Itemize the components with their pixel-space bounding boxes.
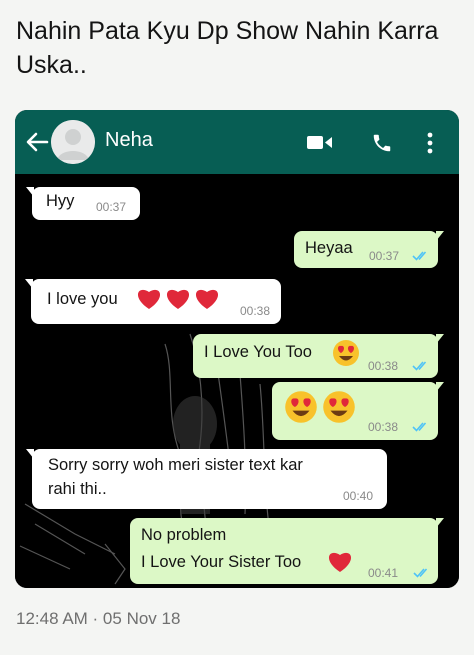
message-text-line: Sorry sorry woh meri sister text kar	[48, 456, 303, 474]
message-time: 00:38	[368, 420, 399, 434]
contact-avatar[interactable]	[51, 120, 95, 164]
message-outgoing[interactable]: Heyaa 00:37	[294, 231, 444, 268]
heart-eyes-icon	[333, 340, 359, 366]
more-options-icon[interactable]	[426, 132, 434, 154]
red-heart-icon	[328, 552, 352, 572]
post-caption: Nahin Pata Kyu Dp Show Nahin Karra Uska.…	[16, 17, 439, 79]
back-arrow-icon[interactable]	[25, 131, 49, 153]
contact-name[interactable]: Neha	[105, 129, 153, 152]
post-timestamp: 12:48 AM · 05 Nov 18	[16, 609, 181, 628]
message-text: Heyaa	[305, 239, 353, 257]
message-time: 00:37	[369, 249, 400, 263]
message-time: 00:38	[368, 359, 399, 373]
message-time: 00:40	[343, 489, 374, 503]
read-ticks-icon	[412, 251, 427, 261]
message-outgoing[interactable]: 00:38	[272, 382, 444, 440]
message-time: 00:37	[96, 200, 127, 214]
message-text: I Love You Too	[204, 343, 312, 361]
message-text-line: I Love Your Sister Too	[141, 553, 302, 571]
red-heart-icon	[195, 289, 219, 309]
message-time: 00:38	[240, 304, 271, 318]
chat-header: Neha	[15, 110, 459, 174]
heart-eyes-icon	[285, 391, 317, 423]
message-incoming[interactable]: I love you 00:38	[25, 279, 281, 324]
message-outgoing[interactable]: I Love You Too 00:38	[193, 334, 444, 378]
read-ticks-icon	[412, 422, 427, 432]
message-text: I love you	[47, 290, 118, 308]
red-heart-icon	[137, 289, 161, 309]
video-call-icon[interactable]	[307, 134, 333, 151]
message-incoming[interactable]: Sorry sorry woh meri sister text kar rah…	[26, 449, 387, 509]
message-outgoing[interactable]: No problem I Love Your Sister Too 00:41	[130, 518, 444, 584]
read-ticks-icon	[413, 568, 428, 578]
heart-eyes-icon	[323, 391, 355, 423]
red-heart-icon	[166, 289, 190, 309]
avatar-placeholder-icon	[51, 120, 95, 164]
chat-screenshot: Neha Hyy 00:37 Heyaa 00:37 I love you 00…	[15, 110, 459, 588]
message-time: 00:41	[368, 566, 399, 580]
message-incoming[interactable]: Hyy 00:37	[26, 187, 140, 220]
read-ticks-icon	[412, 361, 427, 371]
phone-call-icon[interactable]	[371, 132, 393, 154]
message-text: Hyy	[46, 192, 75, 210]
message-text-line: rahi thi..	[48, 480, 107, 498]
message-text-line: No problem	[141, 526, 227, 544]
